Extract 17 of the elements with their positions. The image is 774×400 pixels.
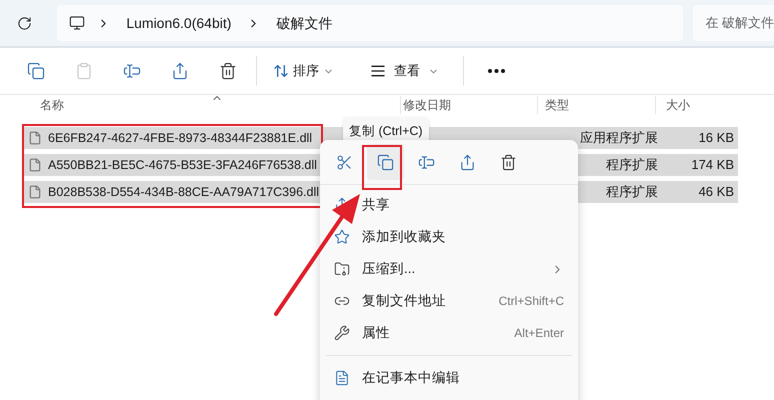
menu-label: 复制文件地址 — [362, 292, 446, 310]
file-name: B028B538-D554-434B-88CE-AA79A717C396.dll — [48, 184, 320, 201]
file-size: 174 KB — [691, 156, 734, 174]
file-type: 程序扩展 — [606, 156, 658, 174]
menu-label: 在记事本中编辑 — [362, 368, 460, 387]
file-size: 16 KB — [698, 129, 734, 148]
file-type: 应用程序扩展 — [580, 129, 658, 148]
shortcut-text: Alt+Enter — [514, 325, 564, 342]
menu-label: 属性 — [362, 324, 390, 342]
file-type: 程序扩展 — [606, 183, 658, 202]
file-name: 6E6FB247-4627-4FBE-8973-48344F23881E.dll — [48, 130, 312, 147]
file-name: A550BB21-BE5C-4675-B53E-3FA246F76538.dll — [48, 156, 317, 174]
menu-label: 添加到收藏夹 — [362, 228, 446, 246]
file-size: 46 KB — [698, 183, 734, 202]
menu-label: 共享 — [362, 196, 390, 214]
shortcut-text: Ctrl+Shift+C — [498, 293, 564, 310]
menu-label: 压缩到... — [362, 260, 416, 278]
